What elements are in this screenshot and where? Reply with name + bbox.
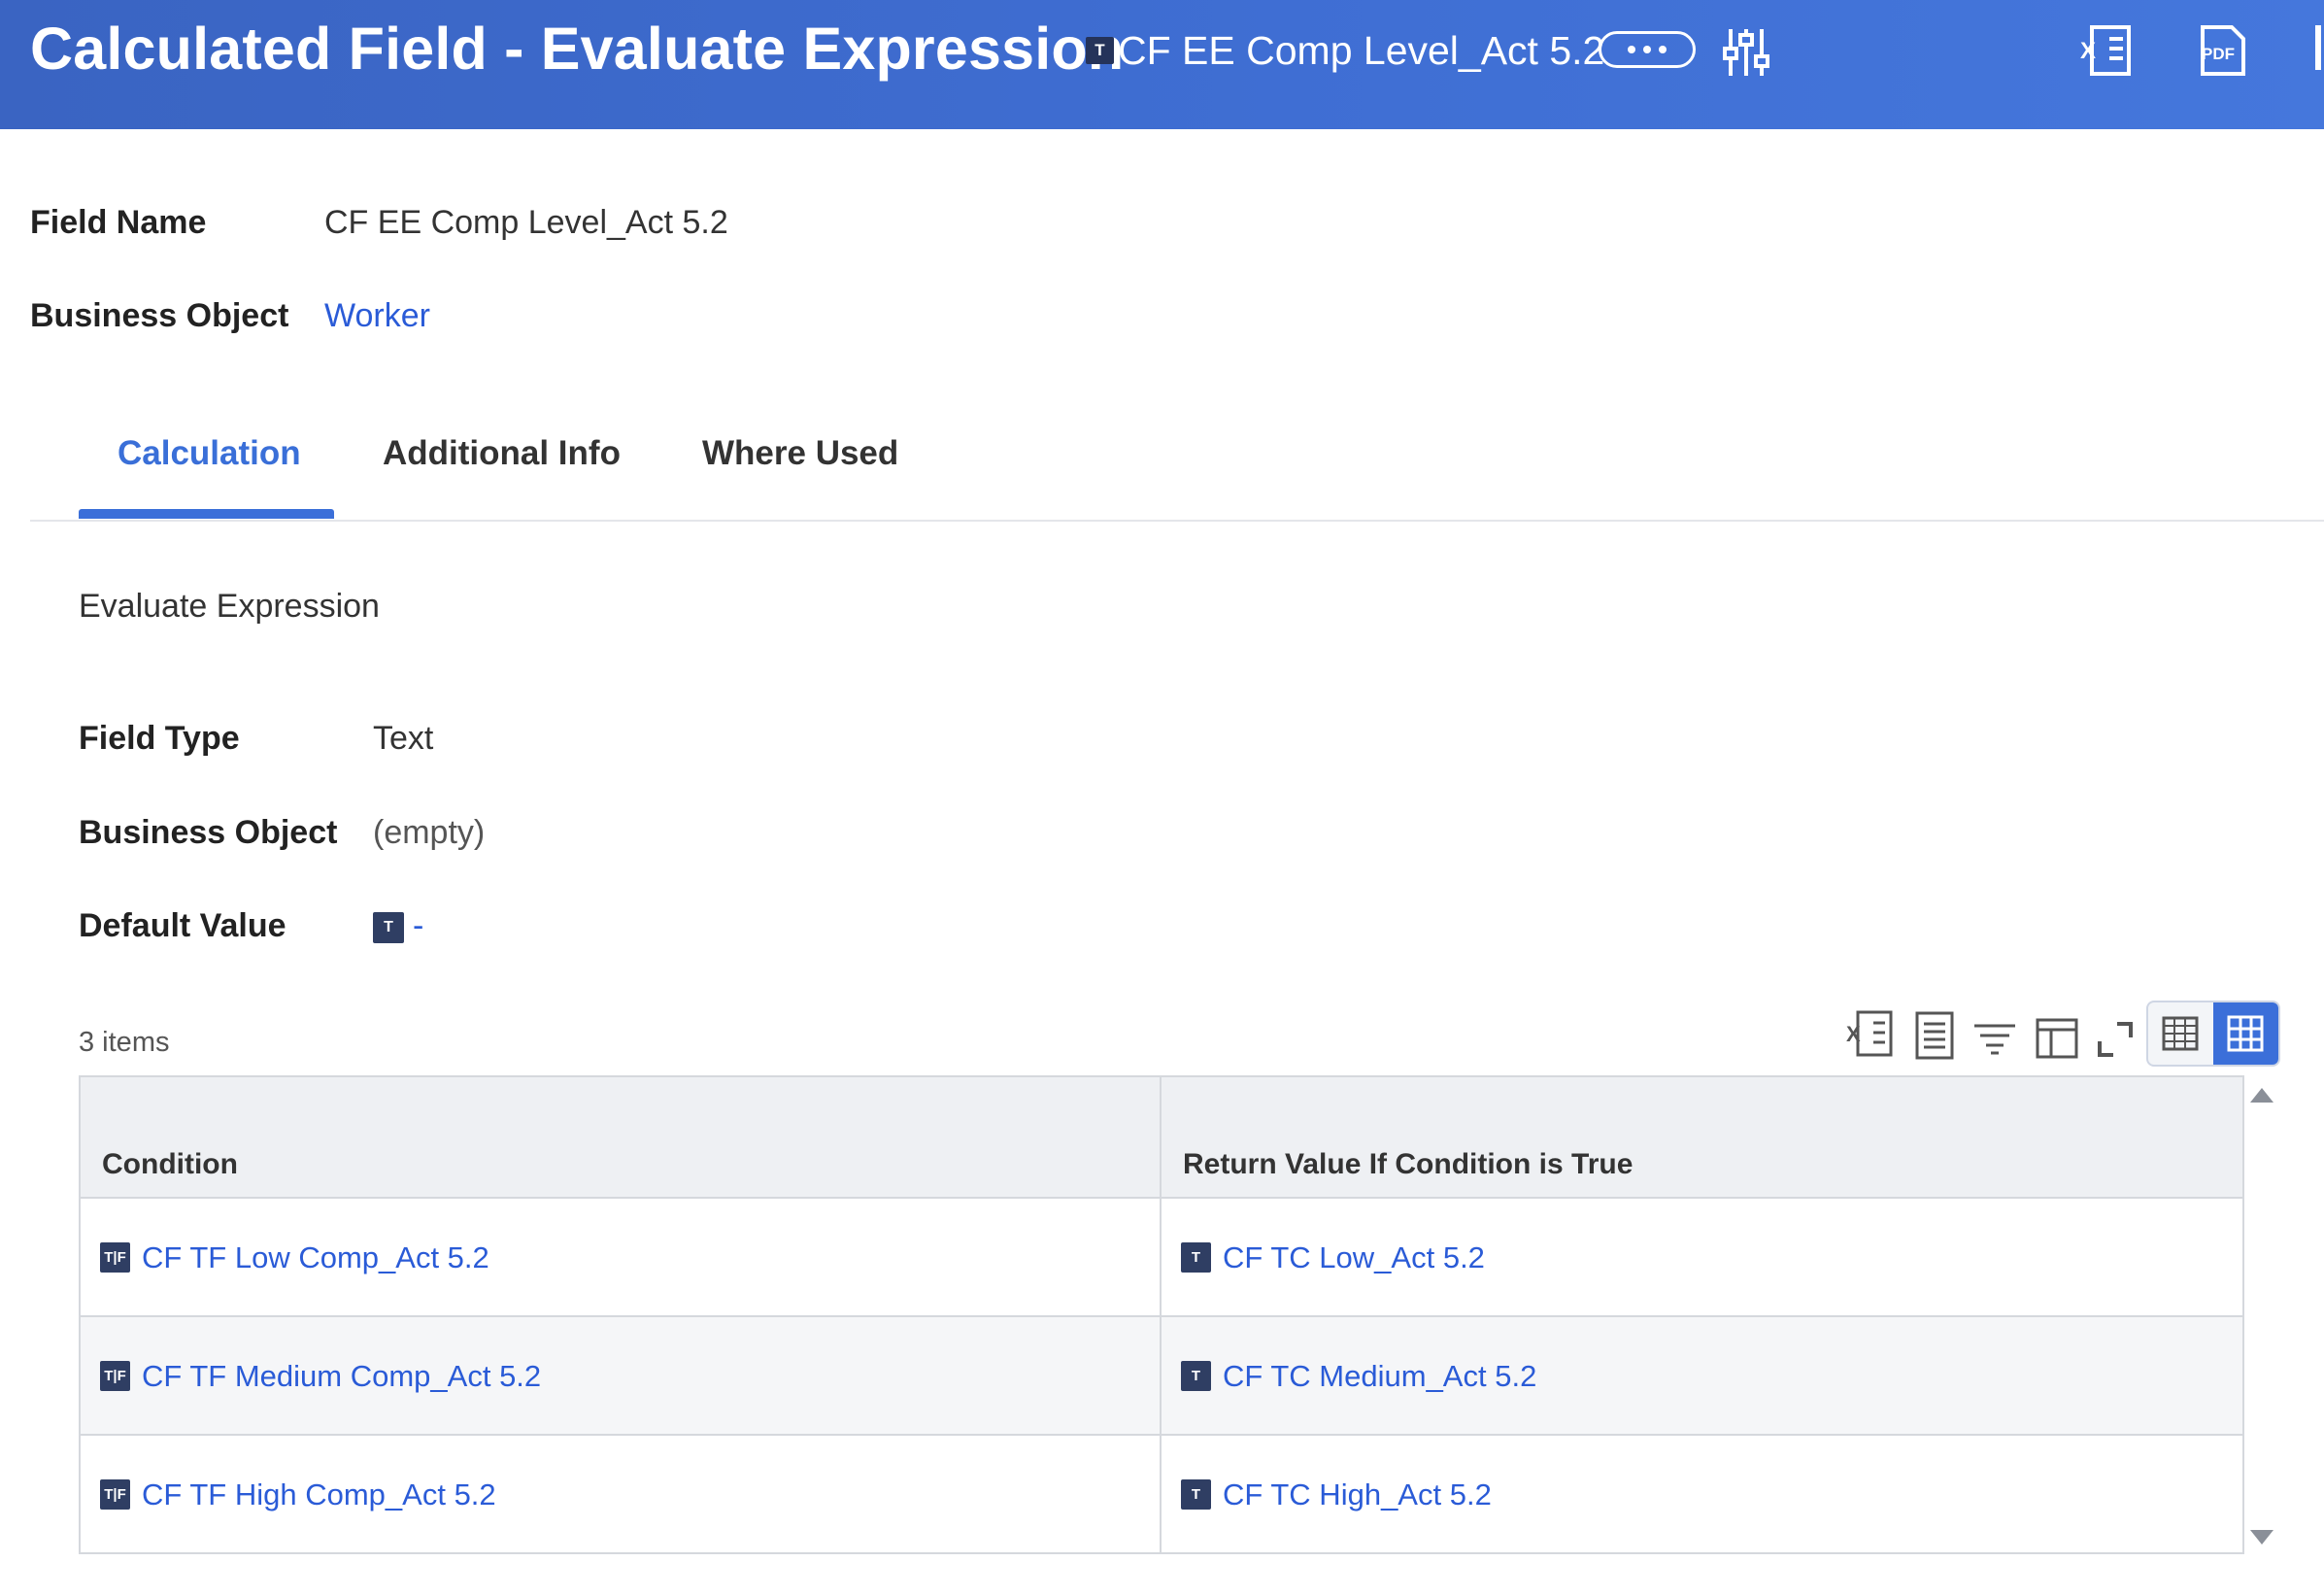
header-field-name: CF EE Comp Level_Act 5.2	[1118, 28, 1605, 73]
return-value-cell: T CF TC Low_Act 5.2	[1160, 1197, 2244, 1317]
active-tab-indicator	[79, 509, 334, 519]
filter-icon[interactable]	[1972, 1022, 2017, 1055]
item-count: 3 items	[79, 1027, 170, 1058]
condition-cell: T|F CF TF High Comp_Act 5.2	[79, 1434, 1162, 1554]
table-header-row: Condition Return Value If Condition is T…	[79, 1075, 2244, 1199]
tab-additional-info[interactable]: Additional Info	[383, 434, 621, 473]
calc-business-object-label: Business Object	[79, 814, 338, 851]
excel-export-icon[interactable]: X	[1846, 1010, 1893, 1059]
tab-where-used[interactable]: Where Used	[702, 434, 898, 473]
column-header-return-value[interactable]: Return Value If Condition is True	[1160, 1075, 2244, 1199]
table-row: T|F CF TF High Comp_Act 5.2 T CF TC High_A…	[79, 1434, 2244, 1554]
return-value-link[interactable]: CF TC High_Act 5.2	[1223, 1477, 1492, 1511]
svg-text:X: X	[2080, 38, 2096, 64]
text-type-badge: T	[1086, 37, 1114, 64]
expression-table: Condition Return Value If Condition is T…	[79, 1075, 2244, 1554]
text-type-badge: T	[1181, 1479, 1211, 1511]
text-type-badge: T	[373, 912, 404, 943]
table-row: T|F CF TF Medium Comp_Act 5.2 T CF TC Medi…	[79, 1315, 2244, 1436]
condition-cell: T|F CF TF Medium Comp_Act 5.2	[79, 1315, 1162, 1436]
condition-link[interactable]: CF TF Medium Comp_Act 5.2	[142, 1359, 541, 1393]
fullscreen-icon[interactable]	[2096, 1020, 2135, 1059]
return-value-cell: T CF TC Medium_Act 5.2	[1160, 1315, 2244, 1436]
table-row: T|F CF TF Low Comp_Act 5.2 T CF TC Low_Act…	[79, 1197, 2244, 1317]
svg-text:PDF: PDF	[2202, 45, 2235, 63]
calc-business-object-value: (empty)	[373, 814, 486, 851]
table-view-icon[interactable]	[2162, 1016, 2199, 1051]
field-name-value: CF EE Comp Level_Act 5.2	[324, 204, 728, 241]
overflow-edge	[2315, 25, 2321, 70]
tab-calculation[interactable]: Calculation	[118, 434, 301, 473]
default-value-link[interactable]: -	[413, 907, 423, 945]
scroll-up-arrow-icon[interactable]	[2250, 1088, 2273, 1103]
column-header-condition[interactable]: Condition	[79, 1075, 1162, 1199]
excel-export-icon[interactable]: X	[2080, 25, 2131, 76]
svg-text:X: X	[1846, 1022, 1861, 1046]
field-name-label: Field Name	[30, 204, 207, 241]
section-title: Evaluate Expression	[79, 588, 380, 625]
condition-link[interactable]: CF TF Low Comp_Act 5.2	[142, 1240, 489, 1274]
boolean-type-badge: T|F	[100, 1479, 130, 1511]
text-type-badge: T	[1181, 1361, 1211, 1392]
business-object-link[interactable]: Worker	[324, 297, 430, 335]
pdf-export-icon[interactable]: PDF	[2197, 25, 2247, 76]
boolean-type-badge: T|F	[100, 1361, 130, 1392]
return-value-link[interactable]: CF TC Low_Act 5.2	[1223, 1240, 1485, 1274]
condition-link[interactable]: CF TF High Comp_Act 5.2	[142, 1477, 496, 1511]
related-actions-icon[interactable]	[1723, 25, 1769, 80]
page-header: Calculated Field - Evaluate Expression T…	[0, 0, 2324, 129]
grid-view-active	[2213, 1002, 2278, 1065]
grid-view-icon[interactable]	[2227, 1015, 2264, 1052]
text-type-badge: T	[1181, 1242, 1211, 1273]
view-toggle	[2146, 1001, 2280, 1067]
boolean-type-badge: T|F	[100, 1242, 130, 1273]
column-layout-icon[interactable]	[2035, 1017, 2079, 1060]
tab-divider	[30, 520, 2324, 522]
print-view-icon[interactable]	[1914, 1010, 1955, 1061]
page-title: Calculated Field - Evaluate Expression	[30, 16, 1125, 82]
return-value-link[interactable]: CF TC Medium_Act 5.2	[1223, 1359, 1536, 1393]
condition-cell: T|F CF TF Low Comp_Act 5.2	[79, 1197, 1162, 1317]
default-value-label: Default Value	[79, 907, 286, 944]
scroll-down-arrow-icon[interactable]	[2250, 1530, 2273, 1545]
field-type-label: Field Type	[79, 720, 240, 757]
more-icon[interactable]	[1599, 31, 1696, 68]
business-object-label: Business Object	[30, 297, 289, 334]
field-type-value: Text	[373, 720, 434, 757]
return-value-cell: T CF TC High_Act 5.2	[1160, 1434, 2244, 1554]
